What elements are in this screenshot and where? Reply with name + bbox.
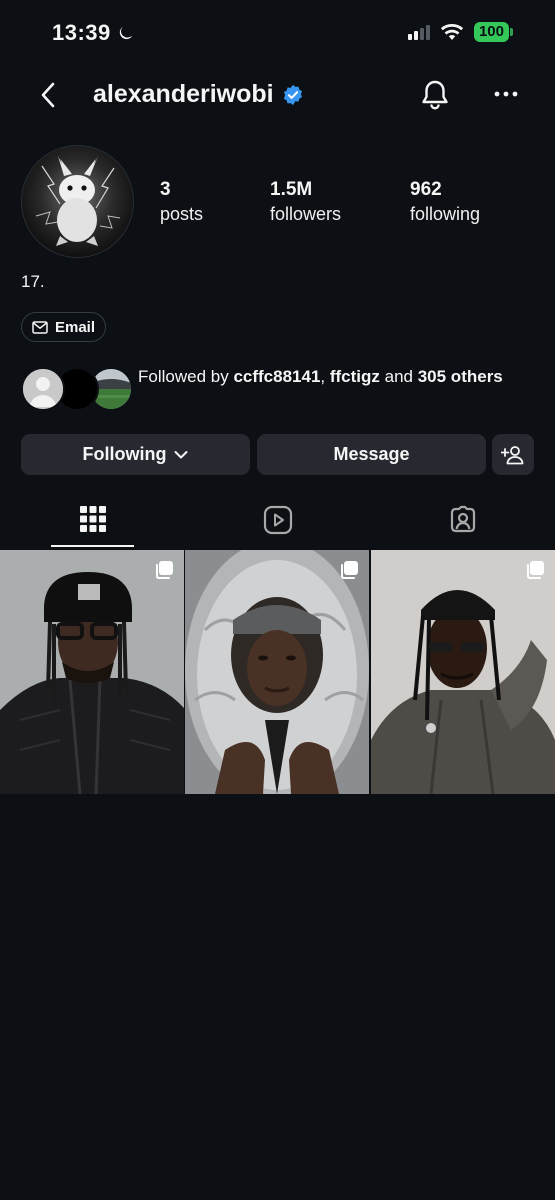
back-button[interactable] (34, 80, 64, 110)
pikachu-avatar-image (22, 146, 133, 257)
add-person-icon (501, 445, 524, 464)
following-button-label: Following (82, 444, 167, 464)
posts-count[interactable]: 3 posts (160, 178, 203, 226)
status-indicators: 100 (407, 22, 513, 42)
bell-icon (422, 80, 448, 110)
profile-bio: 17. (21, 272, 45, 291)
email-label: Email (55, 318, 96, 336)
carousel-icon (156, 561, 173, 579)
following-count[interactable]: 962 following (410, 178, 480, 226)
post-thumbnail-1[interactable] (0, 550, 184, 794)
chevron-left-icon (41, 82, 55, 108)
followers-count[interactable]: 1.5M followers (270, 178, 341, 226)
tagged-icon (450, 505, 475, 533)
wifi-icon (440, 23, 464, 40)
more-options-button[interactable] (492, 80, 520, 108)
content-tabs (0, 500, 555, 548)
post-image-3 (371, 550, 555, 794)
followed-by-text: Followed by ccffc88141, ffctigz and 305 … (138, 365, 528, 388)
profile-header: alexanderiwobi (0, 70, 555, 120)
status-bar: 13:39 100 (0, 0, 555, 66)
verified-badge-icon (283, 84, 302, 105)
profile-screen: 13:39 100 alexanderiwobi 3 posts 1.5M fo… (0, 0, 555, 1200)
grid-icon (79, 506, 106, 532)
cellular-signal-icon (407, 24, 430, 40)
message-button[interactable]: Message (257, 434, 486, 475)
username: alexanderiwobi (93, 80, 274, 108)
following-label: following (410, 204, 481, 224)
followed-by-and: and (379, 367, 418, 386)
more-horizontal-icon (494, 91, 518, 97)
post-image-2 (185, 550, 369, 794)
message-button-label: Message (333, 444, 410, 464)
username-title: alexanderiwobi (93, 80, 304, 109)
followed-by-prefix: Followed by (138, 367, 234, 386)
tab-tagged[interactable] (370, 500, 555, 548)
post-thumbnail-2[interactable] (185, 550, 369, 794)
tab-reels[interactable] (185, 500, 370, 548)
active-tab-indicator (51, 545, 134, 547)
posts-label: posts (160, 204, 204, 224)
notifications-button[interactable] (419, 78, 451, 112)
followed-by-separator: , (320, 367, 330, 386)
chevron-down-icon (174, 450, 188, 458)
following-button[interactable]: Following (21, 434, 250, 475)
suggested-users-button[interactable] (492, 434, 534, 475)
mutual-followers[interactable]: Followed by ccffc88141, ffctigz and 305 … (21, 365, 541, 413)
posts-grid (0, 550, 555, 794)
following-value: 962 (410, 179, 442, 200)
mail-icon (32, 320, 48, 334)
time-text: 13:39 (52, 20, 111, 45)
post-thumbnail-3[interactable] (371, 550, 555, 794)
battery-icon: 100 (473, 22, 513, 42)
mutual-user-2[interactable]: ffctigz (330, 367, 380, 386)
post-image-1 (0, 550, 184, 794)
email-button[interactable]: Email (21, 312, 107, 342)
mutual-others-count[interactable]: 305 others (418, 367, 503, 386)
profile-avatar[interactable] (21, 145, 134, 258)
posts-value: 3 (160, 179, 171, 200)
reels-icon (263, 505, 292, 535)
battery-level: 100 (473, 22, 509, 42)
carousel-icon (527, 561, 544, 579)
followers-label: followers (270, 204, 342, 224)
followers-value: 1.5M (270, 179, 313, 200)
default-user-icon (23, 369, 63, 409)
mutual-user-1[interactable]: ccffc88141 (233, 367, 320, 386)
tab-posts[interactable] (0, 500, 185, 548)
mutual-avatar-1 (21, 367, 65, 411)
moon-icon (119, 26, 133, 40)
carousel-icon (341, 561, 358, 579)
status-time: 13:39 (52, 20, 135, 46)
